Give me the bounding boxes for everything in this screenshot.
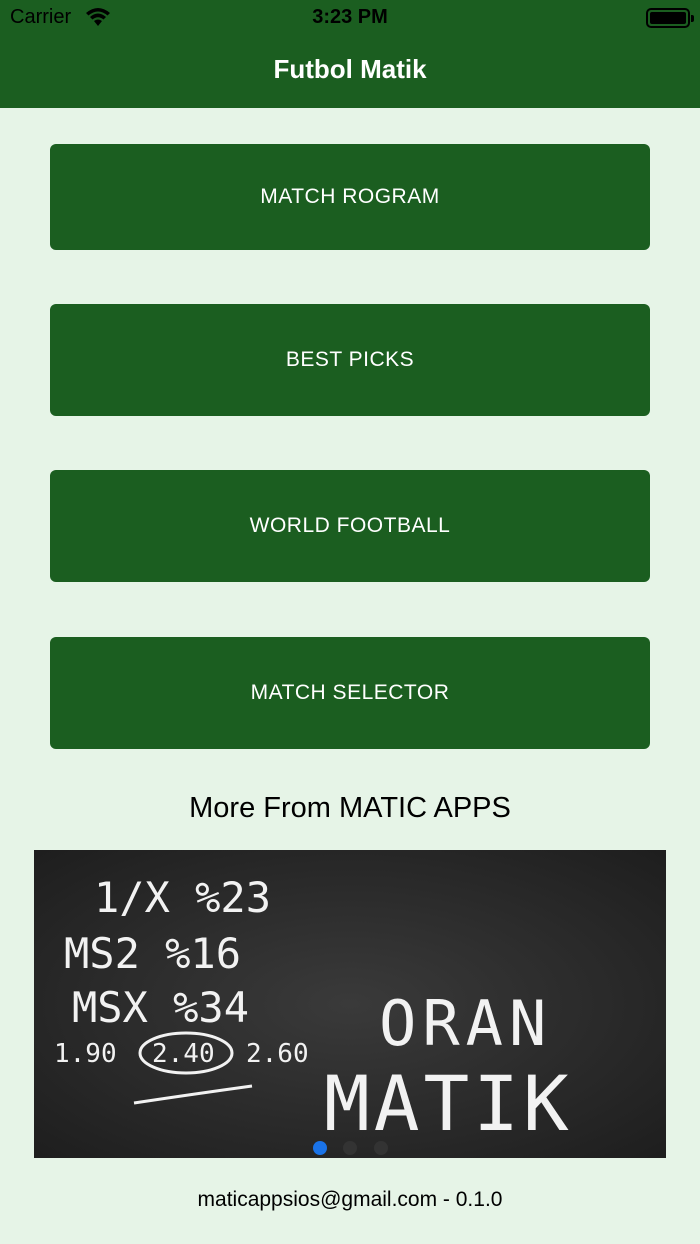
match-program-button[interactable]: MATCH ROGRAM (50, 144, 650, 250)
banner-line-2: MS2 %16 (64, 929, 241, 978)
footer-contact: maticappsios@gmail.com - 0.1.0 (197, 1188, 503, 1211)
banner-oran: ORAN (379, 987, 552, 1060)
page-dot-3[interactable] (374, 1141, 388, 1155)
banner-odds-1: 1.90 (54, 1039, 117, 1069)
page-indicator[interactable] (308, 1141, 392, 1155)
match-selector-button[interactable]: MATCH SELECTOR (50, 637, 650, 749)
status-time: 3:23 PM (312, 6, 388, 28)
more-apps-heading: More From MATIC APPS (189, 792, 511, 824)
banner-matik: MATIK (324, 1059, 573, 1148)
page-title: Futbol Matik (273, 54, 427, 84)
best-picks-button[interactable]: BEST PICKS (50, 304, 650, 416)
banner-odds-2: 2.40 (152, 1039, 215, 1069)
banner-line-1: 1/X %23 (94, 873, 271, 922)
banner-line-3: MSX %34 (72, 983, 249, 1032)
page-dot-2[interactable] (343, 1141, 357, 1155)
status-bar: Carrier 3:23 PM (0, 0, 700, 36)
promo-banner-image[interactable]: 1/X %23 MS2 %16 MSX %34 1.90 2.40 2.60 O… (34, 850, 666, 1158)
banner-odds-3: 2.60 (246, 1039, 309, 1069)
page-dot-1[interactable] (313, 1141, 327, 1155)
world-football-button[interactable]: WORLD FOOTBALL (50, 470, 650, 582)
battery-icon (646, 8, 694, 28)
